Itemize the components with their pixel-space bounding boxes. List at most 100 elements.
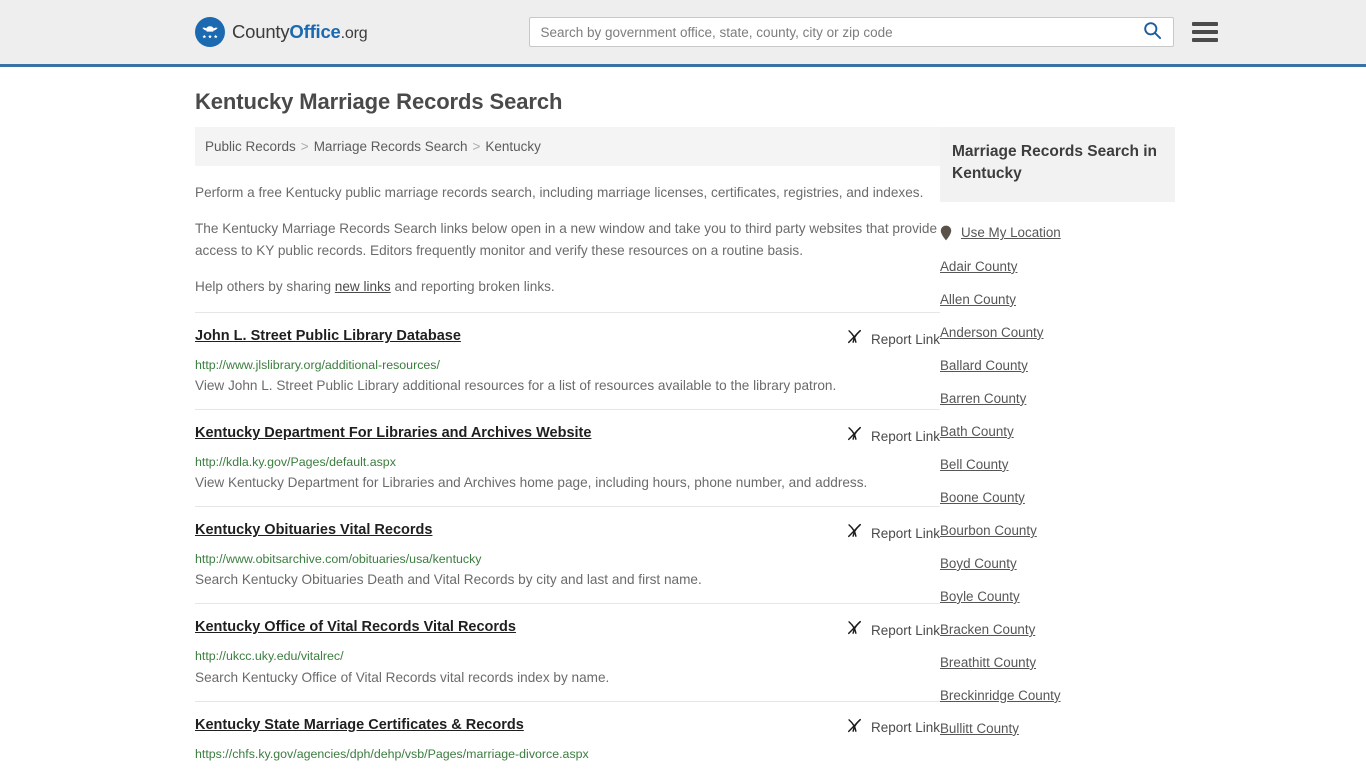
search-icon [1143, 21, 1162, 43]
sidebar-item-county[interactable]: Barren County [940, 382, 1175, 415]
result-title-link[interactable]: Kentucky Obituaries Vital Records [195, 521, 432, 539]
county-link[interactable]: Bracken County [940, 622, 1035, 637]
header-search-area [529, 17, 1219, 47]
sidebar-item-county[interactable]: Boone County [940, 481, 1175, 514]
report-link-button[interactable]: Report Link [846, 327, 940, 350]
result-header: Kentucky Obituaries Vital Records Report… [195, 521, 940, 544]
brand-part-tld: .org [340, 25, 368, 42]
hamburger-bar-1 [1192, 22, 1219, 26]
sidebar-item-county[interactable]: Ballard County [940, 349, 1175, 382]
county-link[interactable]: Breathitt County [940, 655, 1036, 670]
breadcrumb-separator-0: > [300, 139, 309, 154]
report-link-button[interactable]: Report Link [846, 618, 940, 641]
breadcrumb-item-1[interactable]: Marriage Records Search [314, 139, 468, 154]
intro-paragraph-1: Perform a free Kentucky public marriage … [195, 185, 924, 200]
county-link[interactable]: Bell County [940, 457, 1008, 472]
intro-paragraph-2: The Kentucky Marriage Records Search lin… [195, 221, 938, 259]
result-description: View John L. Street Public Library addit… [195, 378, 837, 394]
hamburger-bar-2 [1192, 30, 1219, 34]
sidebar-item-county[interactable]: Allen County [940, 283, 1175, 316]
sidebar-item-use-my-location[interactable]: Use My Location [940, 216, 1175, 250]
broken-link-icon [846, 619, 863, 641]
result-url: http://ukcc.uky.edu/vitalrec/ [195, 649, 344, 664]
breadcrumb: Public Records > Marriage Records Search > K… [195, 127, 940, 166]
county-link[interactable]: Adair County [940, 259, 1017, 274]
map-pin-icon [940, 225, 952, 241]
new-links-link[interactable]: new links [335, 279, 391, 294]
breadcrumb-item-0[interactable]: Public Records [205, 139, 296, 154]
sidebar-title: Marriage Records Search in Kentucky [952, 143, 1158, 183]
report-link-label: Report Link [870, 622, 940, 638]
result-item: Kentucky State Marriage Certificates & R… [195, 700, 940, 776]
county-link[interactable]: Boyle County [940, 589, 1020, 604]
result-title-link[interactable]: Kentucky State Marriage Certificates & R… [195, 716, 524, 734]
result-header: Kentucky Department For Libraries and Ar… [195, 424, 940, 447]
county-link[interactable]: Boone County [940, 490, 1025, 505]
hamburger-menu-icon[interactable] [1192, 22, 1219, 42]
county-link[interactable]: Barren County [940, 391, 1026, 406]
report-link-button[interactable]: Report Link [846, 424, 940, 447]
result-list: John L. Street Public Library Database R… [195, 312, 940, 776]
sidebar-item-county[interactable]: Anderson County [940, 316, 1175, 349]
report-link-label: Report Link [870, 428, 940, 444]
result-title-link[interactable]: John L. Street Public Library Database [195, 327, 461, 345]
county-link[interactable]: Bath County [940, 424, 1014, 439]
result-header: Kentucky Office of Vital Records Vital R… [195, 618, 940, 641]
sidebar-item-county[interactable]: Bath County [940, 415, 1175, 448]
sidebar-item-county[interactable]: Bell County [940, 448, 1175, 481]
sidebar-county-list: Use My Location Adair County Allen Count… [940, 202, 1175, 745]
report-link-label: Report Link [870, 525, 940, 541]
result-description: Search Kentucky Obituaries Death and Vit… [195, 572, 702, 588]
county-link[interactable]: Allen County [940, 292, 1016, 307]
result-item: John L. Street Public Library Database R… [195, 312, 940, 409]
site-header: CountyOffice.org [0, 0, 1366, 67]
report-link-button[interactable]: Report Link [846, 521, 940, 544]
result-url: http://www.obitsarchive.com/obituaries/u… [195, 552, 482, 567]
result-title-link[interactable]: Kentucky Office of Vital Records Vital R… [195, 618, 516, 636]
result-description: View Kentucky Department for Libraries a… [195, 475, 868, 491]
sidebar-item-county[interactable]: Boyd County [940, 547, 1175, 580]
report-link-label: Report Link [870, 331, 940, 347]
search-button[interactable] [1139, 18, 1173, 46]
breadcrumb-separator-1: > [472, 139, 481, 154]
site-logo-text: CountyOffice.org [232, 21, 368, 43]
sidebar-item-county[interactable]: Bullitt County [940, 712, 1175, 745]
result-description: Search Kentucky Office of Vital Records … [195, 669, 610, 685]
report-link-button[interactable]: Report Link [846, 716, 940, 739]
sidebar-item-county[interactable]: Bourbon County [940, 514, 1175, 547]
sidebar-item-county[interactable]: Breathitt County [940, 646, 1175, 679]
sidebar-item-county[interactable]: Breckinridge County [940, 679, 1175, 712]
county-link[interactable]: Anderson County [940, 325, 1043, 340]
main-column: Public Records > Marriage Records Search > K… [195, 127, 940, 776]
sidebar-item-county[interactable]: Bracken County [940, 613, 1175, 646]
county-link[interactable]: Bourbon County [940, 523, 1037, 538]
broken-link-icon [846, 425, 863, 447]
breadcrumb-item-2: Kentucky [485, 139, 541, 154]
county-link[interactable]: Bullitt County [940, 721, 1019, 736]
result-url: https://chfs.ky.gov/agencies/dph/dehp/vs… [195, 746, 589, 761]
county-link[interactable]: Ballard County [940, 358, 1028, 373]
search-input[interactable] [530, 18, 1140, 46]
result-header: Kentucky State Marriage Certificates & R… [195, 716, 940, 739]
result-url: http://www.jlslibrary.org/additional-res… [195, 358, 440, 373]
sidebar-item-county[interactable]: Boyle County [940, 580, 1175, 613]
hamburger-bar-3 [1192, 38, 1219, 42]
sidebar-header: Marriage Records Search in Kentucky [940, 127, 1175, 202]
use-my-location-link[interactable]: Use My Location [961, 225, 1061, 240]
county-link[interactable]: Boyd County [940, 556, 1017, 571]
brand-part-county: County [232, 21, 290, 42]
sidebar-item-county[interactable]: Adair County [940, 250, 1175, 283]
result-item: Kentucky Department For Libraries and Ar… [195, 409, 940, 506]
intro-p3-after: and reporting broken links. [390, 279, 555, 295]
intro-text: Perform a free Kentucky public marriage … [195, 182, 940, 298]
site-logo[interactable]: CountyOffice.org [195, 17, 368, 47]
county-link[interactable]: Breckinridge County [940, 688, 1061, 703]
brand-part-office: Office [289, 21, 341, 42]
county-office-eagle-icon [195, 17, 225, 47]
result-header: John L. Street Public Library Database R… [195, 327, 940, 350]
broken-link-icon [846, 717, 863, 739]
content-columns: Public Records > Marriage Records Search > K… [195, 127, 1175, 776]
result-title-link[interactable]: Kentucky Department For Libraries and Ar… [195, 424, 591, 442]
result-item: Kentucky Office of Vital Records Vital R… [195, 603, 940, 700]
search-box[interactable] [529, 17, 1175, 47]
